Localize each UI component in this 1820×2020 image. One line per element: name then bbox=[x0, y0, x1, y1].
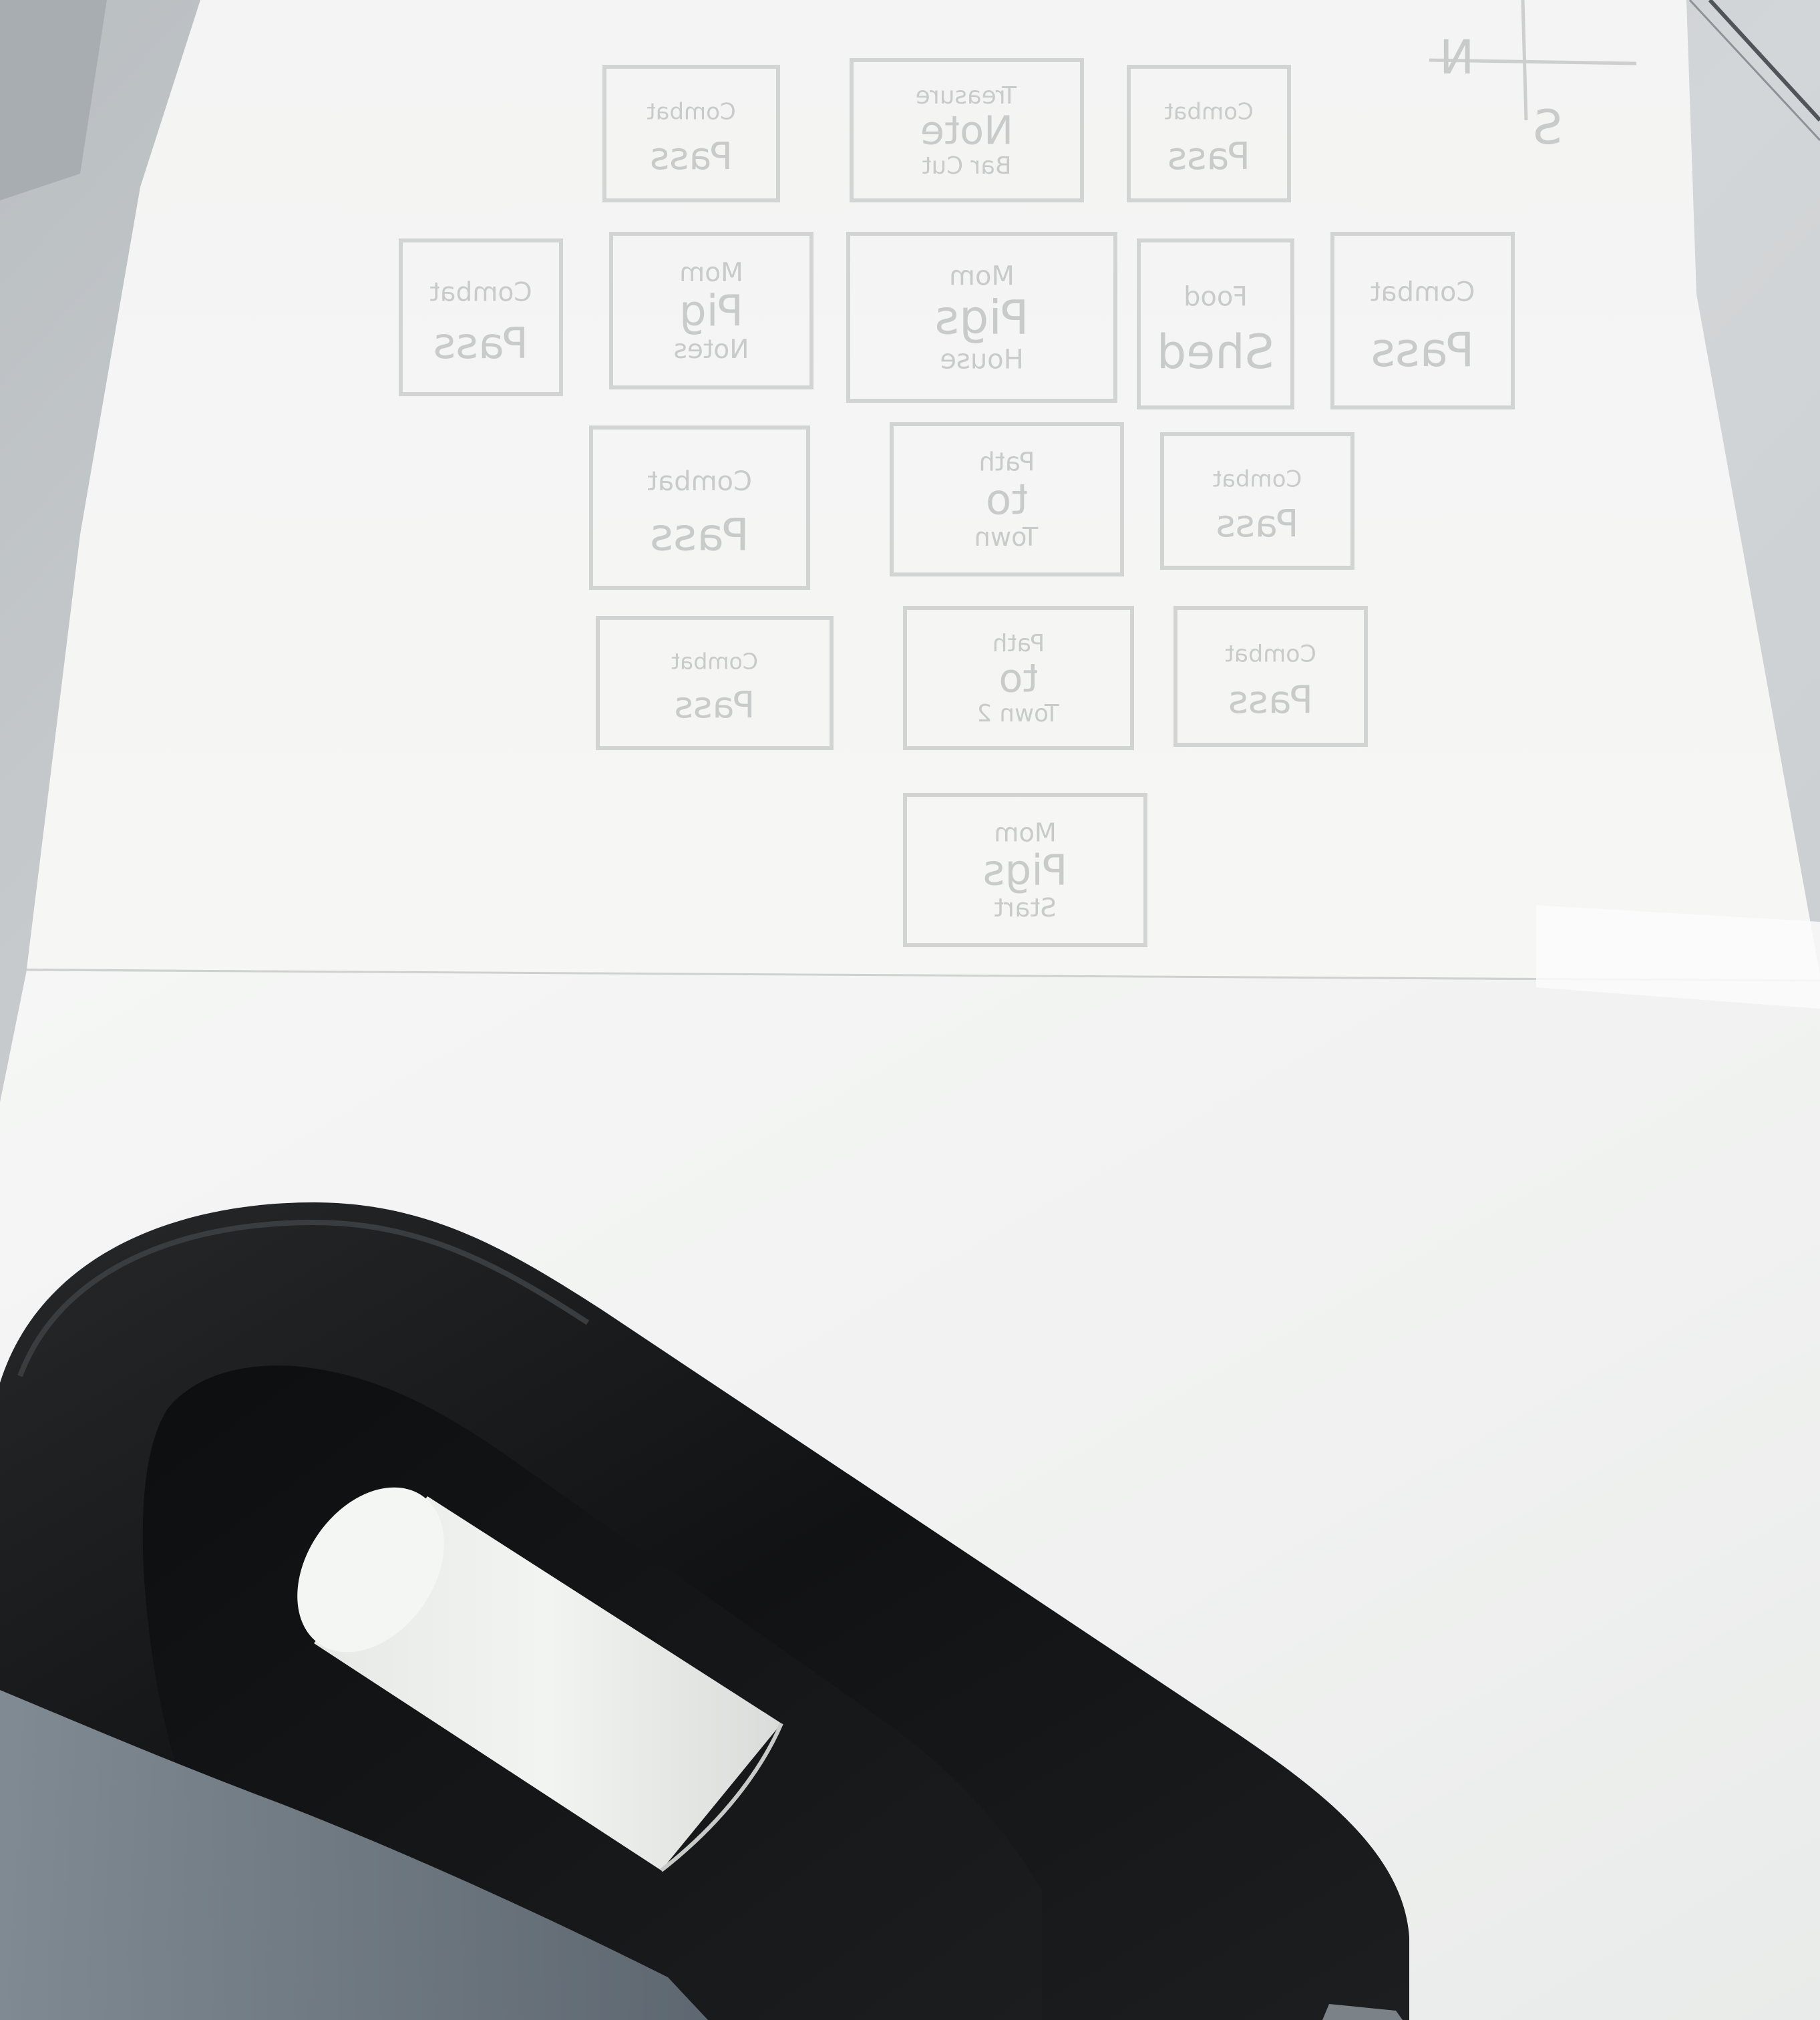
sketch-room-label: Town bbox=[974, 522, 1039, 552]
photo-scene: Combat Pass TreasureNoteBar Cut Combat Pass C… bbox=[0, 0, 1820, 2020]
sketch-room-label: Pass bbox=[650, 135, 733, 178]
sketch-room-label: Pigs bbox=[983, 846, 1068, 895]
sketch-room-label: Combat bbox=[647, 466, 752, 497]
sketch-room-label: to bbox=[998, 655, 1038, 701]
sketch-room-label: Pass bbox=[433, 319, 529, 369]
sketch-room-label: Mom bbox=[679, 258, 743, 288]
sketch-room-label: Pass bbox=[675, 683, 755, 726]
sketch-room-label: Note bbox=[920, 108, 1013, 154]
sketch-room-label: Treasure bbox=[916, 82, 1017, 110]
sketch-room-label: Pass bbox=[1167, 135, 1250, 178]
sketch-room-label: to bbox=[986, 476, 1028, 524]
sketch-room-label: Combat bbox=[1371, 277, 1475, 308]
sketch-room-label: Mom bbox=[994, 818, 1057, 848]
sketch-room-label: Start bbox=[994, 893, 1056, 923]
sketch-room-label: Town 2 bbox=[976, 700, 1059, 727]
sketch-room-label: Combat bbox=[1213, 466, 1302, 493]
sketch-room-label: Pass bbox=[650, 509, 749, 561]
sketch-room-label: Food bbox=[1184, 281, 1248, 312]
compass-south-label: S bbox=[1533, 100, 1562, 155]
sketch-room-label: Combat bbox=[429, 277, 532, 307]
compass-north-label: N bbox=[1439, 30, 1474, 85]
sketch-room-label: Path bbox=[978, 448, 1035, 478]
sketch-room-label: Pass bbox=[1216, 502, 1299, 546]
sketch-room-label: Pass bbox=[1371, 323, 1475, 377]
sketch-room-label: Notes bbox=[674, 335, 749, 365]
sketch-room-label: Pigs bbox=[934, 291, 1029, 345]
sketch-room-label: Mom bbox=[949, 261, 1015, 292]
sketch-room-label: Combat bbox=[1225, 641, 1316, 668]
sketch-room-label: Combat bbox=[647, 99, 735, 126]
sketch-room-label: Pass bbox=[1228, 677, 1313, 722]
sketch-room-label: House bbox=[940, 345, 1023, 375]
sketch-room-label: Combat bbox=[1164, 99, 1253, 126]
sketch-room-label: Path bbox=[992, 630, 1045, 657]
sketch-room-label: Bar Cut bbox=[922, 152, 1012, 180]
sketch-room-label: Pig bbox=[679, 287, 743, 337]
sketch-room-label: Shed bbox=[1157, 325, 1274, 379]
sketch-room-label: Combat bbox=[671, 649, 758, 675]
